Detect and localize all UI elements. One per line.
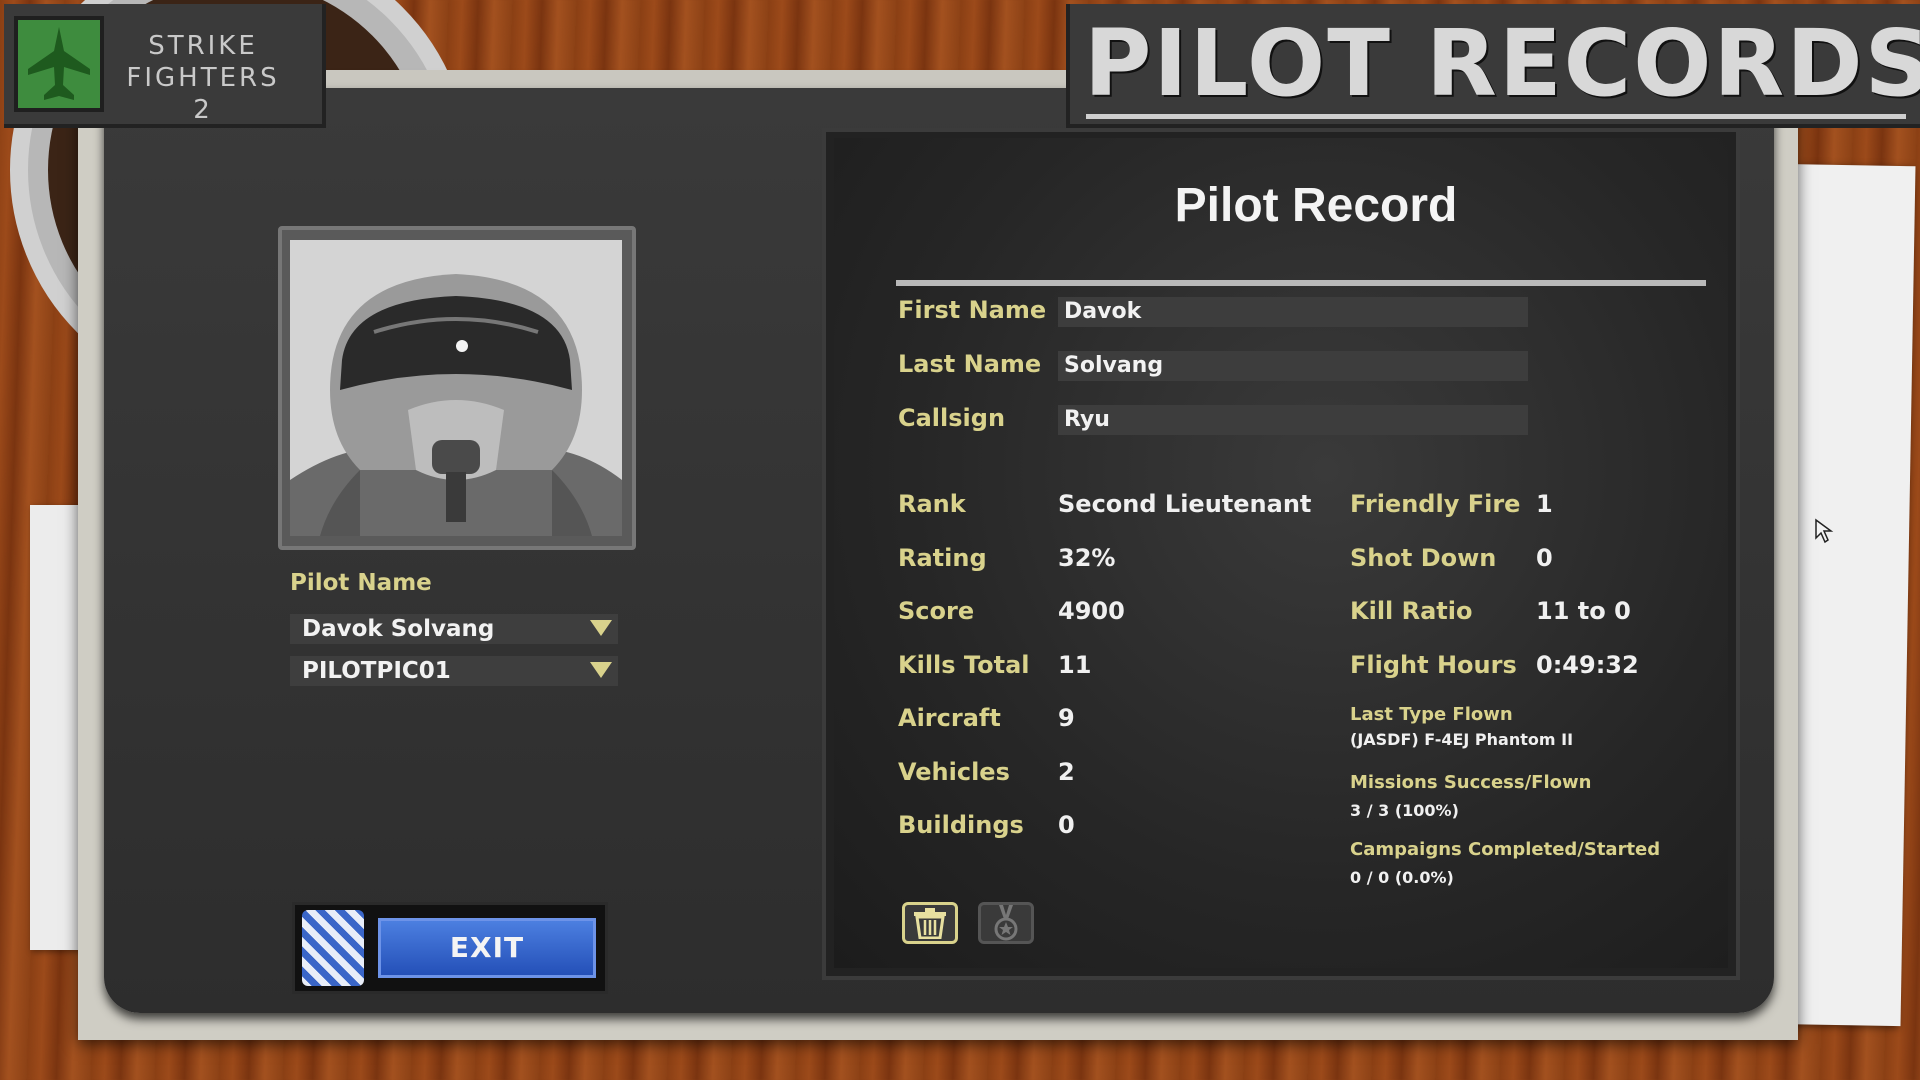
pilot-name-label: Pilot Name	[290, 570, 432, 596]
stat-label: Aircraft	[898, 704, 1001, 732]
title-underline	[1086, 114, 1906, 119]
campaigns-label: Campaigns Completed/Started	[1350, 839, 1661, 860]
trash-icon	[914, 908, 946, 939]
stat-value: 11 to 0	[1536, 597, 1631, 625]
stat-label: Vehicles	[898, 758, 1010, 786]
picture-select-dropdown[interactable]: PILOTPIC01	[290, 656, 618, 686]
pilot-select-value: Davok Solvang	[302, 616, 495, 642]
stat-value: 32%	[1058, 544, 1116, 572]
delete-pilot-button[interactable]	[902, 902, 958, 944]
exit-button[interactable]: EXIT	[378, 918, 596, 978]
missions-label: Missions Success/Flown	[1350, 772, 1592, 793]
stat-value: 4900	[1058, 597, 1125, 625]
first-name-field[interactable]: Davok	[1058, 297, 1528, 327]
stat-label: Score	[898, 597, 975, 625]
stat-value: 0:49:32	[1536, 651, 1639, 679]
stat-value: 0	[1058, 811, 1075, 839]
stat-label: Flight Hours	[1350, 651, 1517, 679]
stat-label: Friendly Fire	[1350, 490, 1521, 518]
stat-label: Rank	[898, 490, 966, 518]
callsign-label: Callsign	[898, 404, 1006, 432]
picture-select-value: PILOTPIC01	[302, 658, 451, 684]
stat-label: Rating	[898, 544, 987, 572]
stat-label: Shot Down	[1350, 544, 1497, 572]
last-type-label: Last Type Flown	[1350, 704, 1513, 725]
first-name-label: First Name	[898, 296, 1047, 324]
stat-value: 1	[1536, 490, 1553, 518]
striped-indicator	[302, 910, 364, 986]
stat-value: 11	[1058, 651, 1092, 679]
stat-label: Kills Total	[898, 651, 1030, 679]
record-title: Pilot Record	[1174, 179, 1458, 232]
medal-icon	[994, 905, 1018, 941]
last-name-label: Last Name	[898, 350, 1042, 378]
campaigns-value: 0 / 0 (0.0%)	[1350, 868, 1454, 887]
chevron-down-icon[interactable]	[590, 662, 612, 678]
game-logo-text: STRIKE FIGHTERS 2	[126, 31, 280, 125]
stat-label: Buildings	[898, 811, 1024, 839]
stat-value: 2	[1058, 758, 1075, 786]
record-divider	[896, 280, 1706, 286]
stat-value: Second Lieutenant	[1058, 490, 1312, 518]
medals-button[interactable]	[978, 902, 1034, 944]
last-type-value: (JASDF) F-4EJ Phantom II	[1350, 730, 1574, 749]
stat-value: 9	[1058, 704, 1075, 732]
pilot-select-dropdown[interactable]: Davok Solvang	[290, 614, 618, 644]
mouse-cursor-icon	[1814, 518, 1840, 548]
stat-value: 0	[1536, 544, 1553, 572]
chevron-down-icon[interactable]	[590, 620, 612, 636]
callsign-field[interactable]: Ryu	[1058, 405, 1528, 435]
stat-label: Kill Ratio	[1350, 597, 1473, 625]
last-name-field[interactable]: Solvang	[1058, 351, 1528, 381]
missions-value: 3 / 3 (100%)	[1350, 801, 1459, 820]
pilot-portrait	[290, 240, 622, 536]
jet-icon	[14, 16, 104, 112]
page-title: PILOT RECORDS	[1084, 10, 1920, 117]
